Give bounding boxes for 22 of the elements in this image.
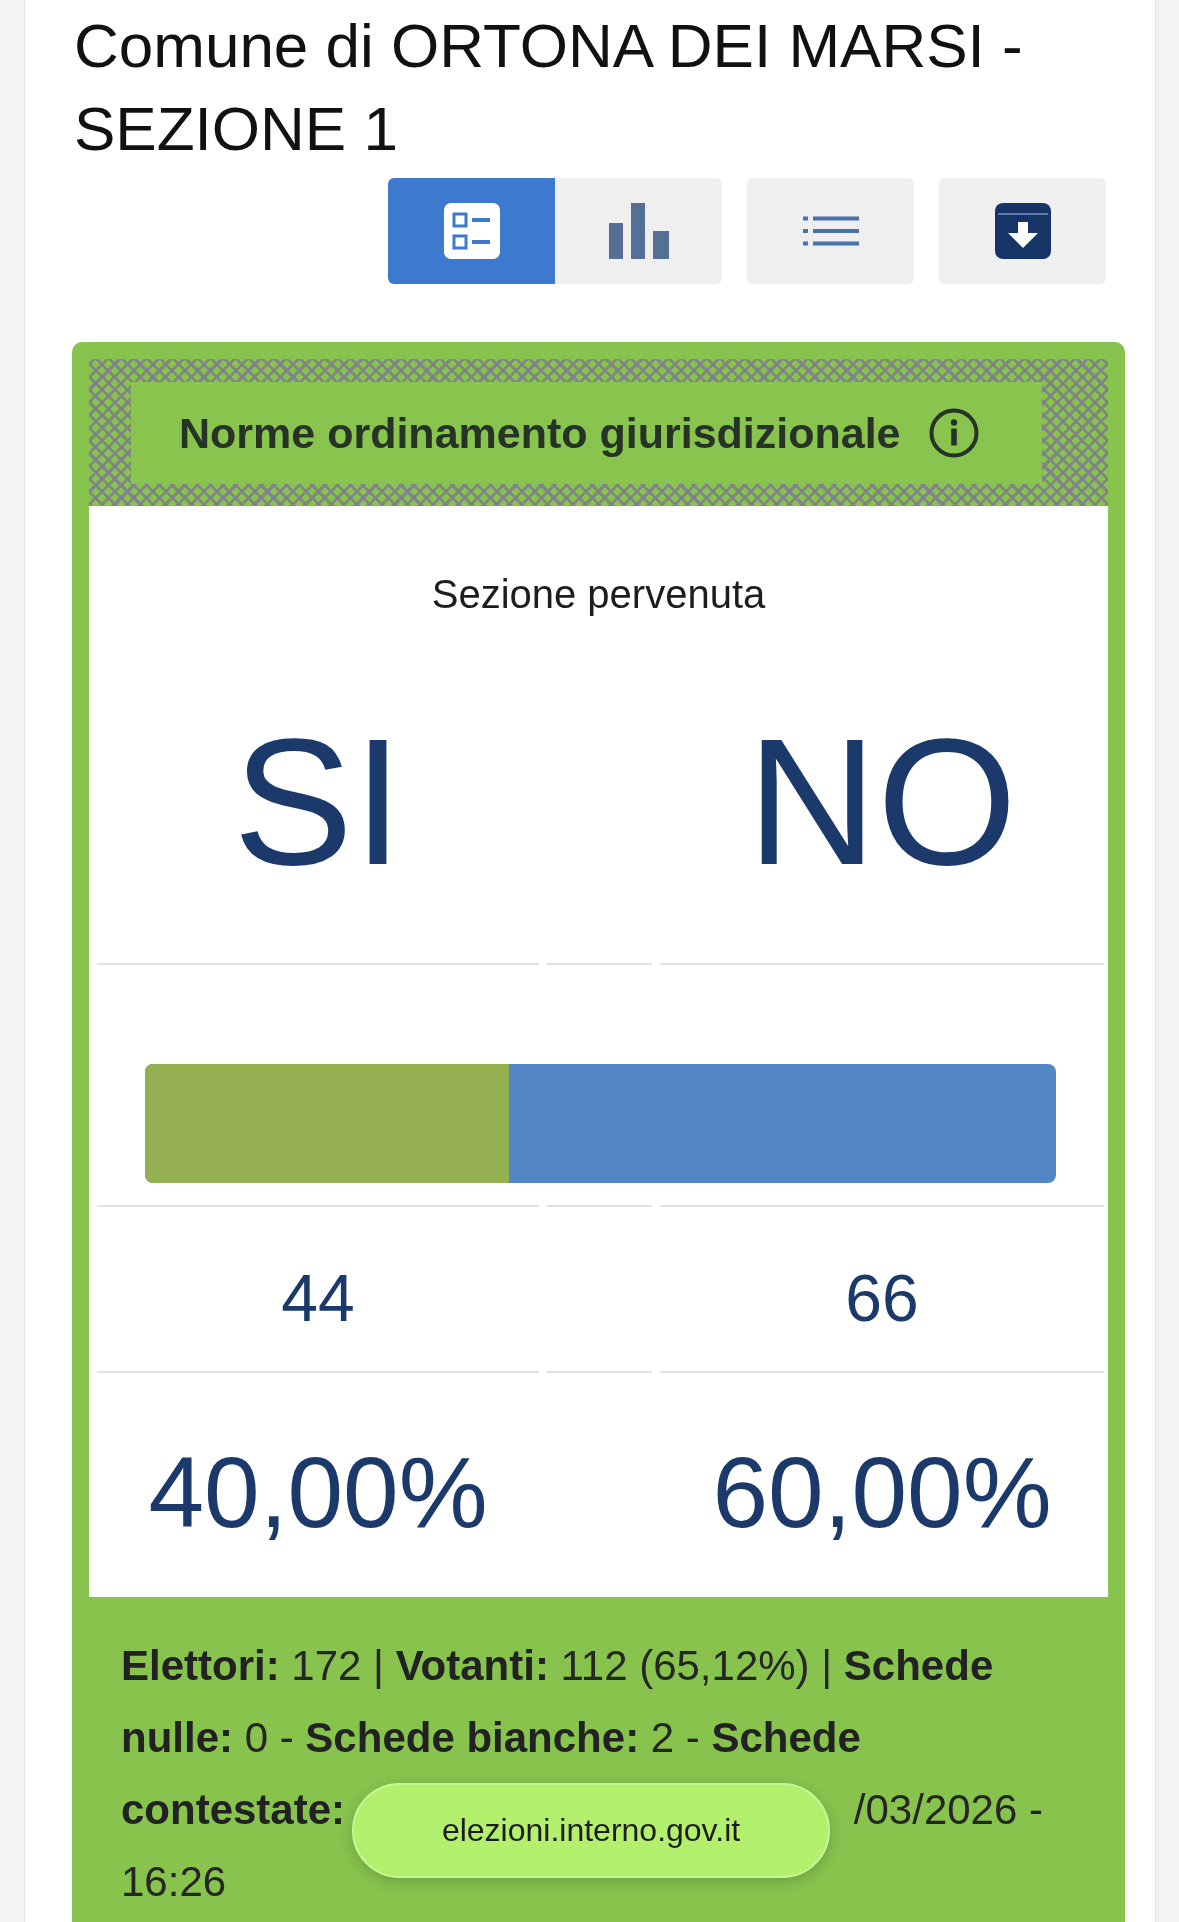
option-label: SI <box>232 712 404 892</box>
vote-percentage: 40,00% <box>148 1442 488 1542</box>
address-bar[interactable]: elezioni.interno.gov.it <box>352 1783 830 1878</box>
download-box-icon <box>994 203 1051 259</box>
option-label: NO <box>747 712 1017 892</box>
vote-percentage: 60,00% <box>712 1442 1052 1542</box>
bar-chart-icon <box>608 203 669 259</box>
view-toggle-button[interactable] <box>555 178 722 284</box>
list-view-button[interactable] <box>747 178 914 284</box>
date-text: /03/2026 - <box>853 1785 1043 1835</box>
vote-count: 66 <box>845 1265 919 1331</box>
download-button[interactable] <box>939 178 1106 284</box>
vote-count: 44 <box>281 1265 355 1331</box>
time-text: 16:26 <box>121 1857 227 1907</box>
referendum-title: Norme ordinamento giurisdizionale <box>179 408 901 458</box>
view-toggle-button[interactable] <box>388 178 555 284</box>
stats-label: contestate: <box>121 1785 346 1835</box>
info-icon[interactable] <box>928 408 979 458</box>
section-status: Sezione pervenuta <box>431 571 766 618</box>
page-title: Comune di ORTONA DEI MARSI - SEZIONE 1 <box>74 10 1024 165</box>
checklist-icon <box>443 203 500 259</box>
list-icon <box>802 216 859 246</box>
